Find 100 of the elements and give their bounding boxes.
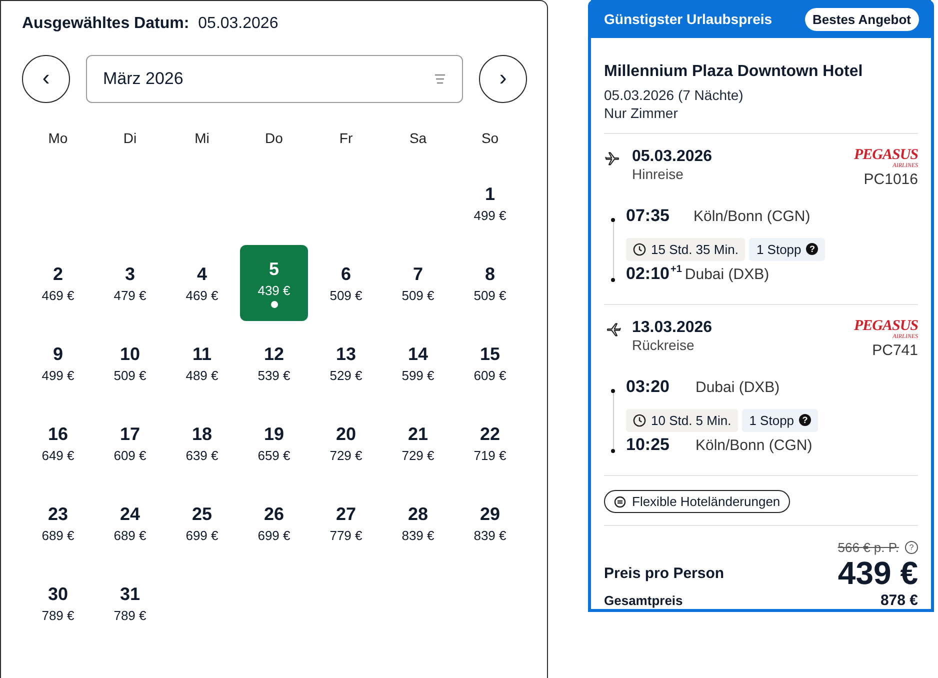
calendar-day[interactable]: 12 539 € [240, 325, 308, 401]
day-price: 509 € [330, 288, 362, 302]
day-number: 6 [340, 264, 351, 284]
flight-direction: Hinreise [632, 166, 684, 182]
calendar-day[interactable]: 15 609 € [456, 325, 524, 401]
day-price: 509 € [114, 368, 146, 382]
flexible-changes-tag[interactable]: Flexible Hoteländerungen [604, 490, 790, 513]
airline-logo: PEGASUS [854, 319, 918, 334]
day-number: 20 [336, 424, 356, 444]
day-number: 15 [480, 344, 500, 364]
day-number: 30 [48, 584, 68, 604]
calendar-day[interactable]: 6 509 € [312, 245, 380, 321]
calendar-day[interactable]: 3 479 € [96, 245, 164, 321]
calendar-day[interactable]: 28 839 € [384, 485, 452, 561]
calendar-day[interactable]: 25 699 € [168, 485, 236, 561]
weekday-label: Do [264, 129, 284, 148]
plane-icon [604, 321, 622, 337]
calendar-day[interactable]: 14 599 € [384, 325, 452, 401]
day-price: 639 € [186, 448, 218, 462]
day-price: 469 € [42, 288, 74, 302]
calendar-day[interactable]: 8 509 € [456, 245, 524, 321]
day-price: 789 € [114, 608, 146, 622]
day-number: 3 [124, 264, 135, 284]
day-price: 729 € [330, 448, 362, 462]
day-number: 18 [192, 424, 212, 444]
original-price: 566 € p. P. [838, 540, 899, 555]
day-number: 19 [264, 424, 284, 444]
flight-date: 13.03.2026 [632, 319, 712, 337]
calendar-day[interactable]: 23 689 € [24, 485, 92, 561]
day-number: 4 [196, 264, 207, 284]
best-offer-badge: Bestes Angebot [804, 8, 919, 30]
day-price: 839 € [402, 528, 434, 542]
selected-date-label: Ausgewähltes Datum: [22, 15, 190, 33]
arrival-time: 10:25 [626, 435, 670, 455]
calendar-day[interactable]: 21 729 € [384, 405, 452, 481]
next-month-button[interactable]: › [479, 55, 527, 103]
calendar-day[interactable]: 4 469 € [168, 245, 236, 321]
clock-icon [633, 414, 646, 426]
calendar-day[interactable]: 24 689 € [96, 485, 164, 561]
calendar-day[interactable]: 18 639 € [168, 405, 236, 481]
flight-number: PC1016 [864, 171, 918, 188]
price-label: Preis pro Person [604, 565, 724, 582]
airline-logo: PEGASUS [854, 148, 918, 163]
day-number: 22 [480, 424, 500, 444]
day-price: 469 € [186, 288, 218, 302]
calendar-day[interactable]: 31 789 € [96, 565, 164, 641]
calendar-day[interactable]: 17 609 € [96, 405, 164, 481]
calendar-day[interactable]: 20 729 € [312, 405, 380, 481]
day-number: 26 [264, 504, 284, 524]
help-icon[interactable]: ? [806, 243, 818, 255]
departure-time: 03:20 [626, 377, 670, 397]
calendar-day[interactable]: 29 839 € [456, 485, 524, 561]
calendar-day[interactable]: 26 699 € [240, 485, 308, 561]
clock-icon [633, 242, 646, 256]
calendar-day[interactable]: 5 439 € [240, 245, 308, 321]
flight-direction: Rückreise [632, 337, 696, 353]
stops-text: 1 Stopp [749, 412, 794, 428]
day-price: 439 € [258, 282, 290, 298]
day-price: 649 € [42, 448, 74, 462]
month-select[interactable]: März 2026 [86, 55, 463, 103]
day-number: 5 [268, 258, 279, 280]
day-price: 699 € [258, 528, 290, 542]
day-price: 539 € [258, 368, 290, 382]
day-number: 9 [52, 344, 63, 364]
hotel-name: Millennium Plaza Downtown Hotel [604, 63, 864, 81]
day-number: 10 [120, 344, 140, 364]
day-number: 11 [192, 344, 212, 364]
day-number: 12 [264, 344, 284, 364]
day-price: 509 € [474, 288, 506, 302]
info-icon[interactable]: ? [905, 541, 918, 554]
calendar-day[interactable]: 27 779 € [312, 485, 380, 561]
stops-text: 1 Stopp [756, 242, 802, 256]
day-price: 839 € [474, 528, 506, 542]
day-number: 2 [52, 264, 63, 284]
calendar-day[interactable]: 16 649 € [24, 405, 92, 481]
calendar-day[interactable]: 2 469 € [24, 245, 92, 321]
arrival-time: 02:10$^{+1}$ [626, 264, 682, 284]
day-number: 21 [408, 424, 428, 444]
calendar-day[interactable]: 10 509 € [96, 325, 164, 401]
flight-date: 05.03.2026 [632, 148, 712, 166]
day-price: 489 € [186, 368, 218, 382]
calendar-day[interactable]: 11 489 € [168, 325, 236, 401]
previous-month-button[interactable]: ‹ [22, 55, 70, 103]
arrival-airport: Köln/Bonn (CGN) [695, 437, 812, 454]
weekday-label: Mi [194, 129, 210, 148]
day-price: 659 € [258, 448, 290, 462]
calendar-day[interactable]: 13 529 € [312, 325, 380, 401]
help-icon[interactable]: ? [799, 414, 812, 426]
day-number: 28 [408, 504, 428, 524]
day-price: 529 € [330, 368, 362, 382]
calendar-day[interactable]: 19 659 € [240, 405, 308, 481]
day-price: 719 € [474, 448, 506, 462]
calendar-day[interactable]: 9 499 € [24, 325, 92, 401]
calendar-day[interactable]: 1 499 € [456, 165, 524, 241]
selected-dot-icon [270, 300, 278, 308]
filter-icon [434, 74, 446, 84]
day-number: 25 [192, 504, 212, 524]
calendar-day[interactable]: 7 509 € [384, 245, 452, 321]
calendar-day[interactable]: 30 789 € [24, 565, 92, 641]
calendar-day[interactable]: 22 719 € [456, 405, 524, 481]
